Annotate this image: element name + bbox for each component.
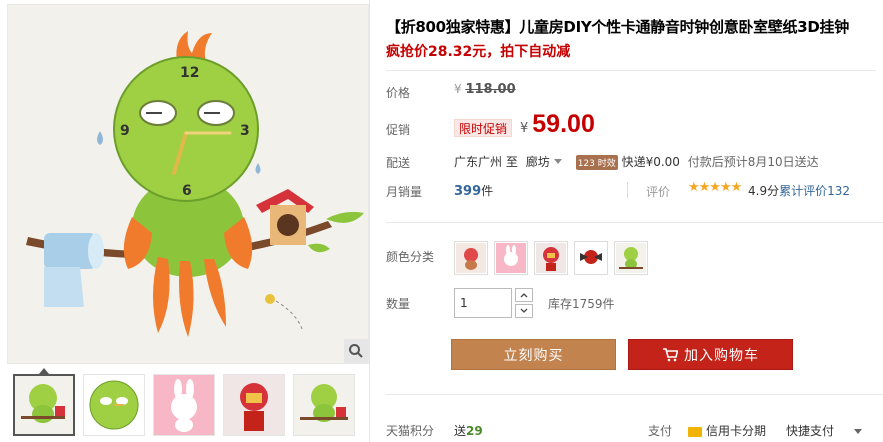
monthly-sales-unit: 件 — [481, 184, 494, 198]
points-label: 天猫积分 — [386, 424, 435, 438]
payment-credit-installment[interactable]: 信用卡分期 — [688, 422, 766, 439]
monthly-sales: 399件 — [454, 182, 493, 199]
thumbnail-owl-branch[interactable] — [293, 374, 355, 436]
divider — [627, 182, 628, 198]
delivery-time-badge: 123 时效 — [575, 155, 618, 170]
thumbnail-bunny[interactable] — [153, 374, 215, 436]
quantity-input[interactable]: 1 — [454, 288, 512, 318]
credit-card-icon — [688, 426, 702, 437]
stock-count: 库存1759件 — [548, 297, 615, 311]
points-prefix: 送 — [454, 424, 467, 438]
color-swatch-bunny[interactable] — [494, 241, 528, 275]
thumbnail-clock-face[interactable] — [83, 374, 145, 436]
thumbnail-strip — [13, 368, 369, 442]
points-value: 送29 — [454, 422, 483, 439]
payment-label: 支付 — [648, 424, 673, 438]
thumbnail-ironman[interactable] — [223, 374, 285, 436]
rating-score: 4.9分 — [748, 184, 780, 198]
delivery-estimate: 付款后预计8月10日送达 — [687, 155, 819, 169]
add-to-cart-label: 加入购物车 — [684, 347, 759, 364]
color-swatch-green-owl[interactable] — [614, 241, 648, 275]
product-title: 【折800独家特惠】儿童房DIY个性卡通静音时钟创意卧室壁纸3D挂钟 — [386, 18, 849, 36]
chevron-down-icon[interactable] — [553, 159, 562, 164]
divider — [386, 394, 883, 395]
image-gallery: 12 3 6 9 — [7, 4, 369, 442]
promo-price-value: 59.00 — [532, 110, 595, 138]
shipping-label: 配送 — [386, 156, 411, 170]
thumbnail-owl-scene[interactable] — [13, 374, 75, 436]
chevron-down-icon — [520, 308, 528, 313]
original-price: ¥ 118.00 — [454, 82, 516, 97]
monthly-sales-label: 月销量 — [386, 185, 423, 199]
add-to-cart-button[interactable]: 加入购物车 — [628, 339, 793, 370]
shipping-fee: 快递¥0.00 — [621, 155, 680, 169]
owl-clock-illustration: 12 3 6 9 — [8, 5, 368, 363]
shipping-info: 广东广州 至 廊坊 123 时效 快递¥0.00 付款后预计8月10日送达 — [454, 153, 819, 170]
svg-text:12: 12 — [180, 65, 199, 81]
divider — [386, 222, 883, 223]
quantity-label: 数量 — [386, 297, 411, 311]
points-number: 29 — [466, 424, 483, 438]
shipping-to: 至 — [505, 155, 518, 169]
product-info-panel: 【折800独家特惠】儿童房DIY个性卡通静音时钟创意卧室壁纸3D挂钟 疯抢价28… — [369, 0, 883, 442]
price-label: 价格 — [386, 86, 411, 100]
promo-label: 促销 — [386, 123, 411, 137]
promo-price: ¥59.00 — [520, 110, 595, 139]
svg-text:3: 3 — [240, 123, 250, 139]
divider — [386, 70, 876, 71]
promo-tag: 限时促销 — [454, 119, 513, 137]
monthly-sales-count: 399 — [454, 184, 482, 199]
chevron-up-icon — [520, 293, 528, 298]
shipping-origin: 广东广州 — [454, 155, 503, 169]
chevron-down-icon[interactable] — [853, 428, 862, 435]
zoom-icon[interactable] — [344, 339, 368, 363]
rating-summary: 4.9分累计评价132 — [748, 182, 850, 199]
review-count-link[interactable]: 累计评价132 — [779, 184, 850, 198]
payment-quick-label: 快捷支付 — [786, 424, 835, 438]
currency-symbol: ¥ — [454, 82, 462, 96]
shopping-cart-icon — [663, 347, 678, 361]
svg-text:6: 6 — [182, 183, 192, 199]
main-product-image[interactable]: 12 3 6 9 — [7, 4, 369, 364]
product-subtitle: 疯抢价28.32元，拍下自动减 — [386, 44, 571, 60]
review-label: 评价 — [646, 185, 671, 199]
quantity-decrease-button[interactable] — [515, 304, 533, 318]
payment-credit-label: 信用卡分期 — [706, 424, 767, 438]
original-price-value: 118.00 — [465, 82, 516, 97]
color-swatch-ironman[interactable] — [534, 241, 568, 275]
color-swatch-fairy[interactable] — [574, 241, 608, 275]
svg-text:9: 9 — [120, 123, 130, 139]
footer-bar: 天猫积分 送29 支付 信用卡分期 快捷支付 — [370, 418, 883, 442]
color-swatch-owl[interactable] — [454, 241, 488, 275]
currency-symbol: ¥ — [520, 121, 529, 136]
color-label: 颜色分类 — [386, 250, 435, 264]
destination-select[interactable]: 廊坊 — [526, 155, 550, 169]
buy-now-button[interactable]: 立刻购买 — [451, 339, 616, 370]
payment-quick[interactable]: 快捷支付 — [786, 422, 862, 439]
quantity-increase-button[interactable] — [515, 288, 533, 302]
rating-stars-icon: ★★★★★ — [688, 180, 742, 195]
